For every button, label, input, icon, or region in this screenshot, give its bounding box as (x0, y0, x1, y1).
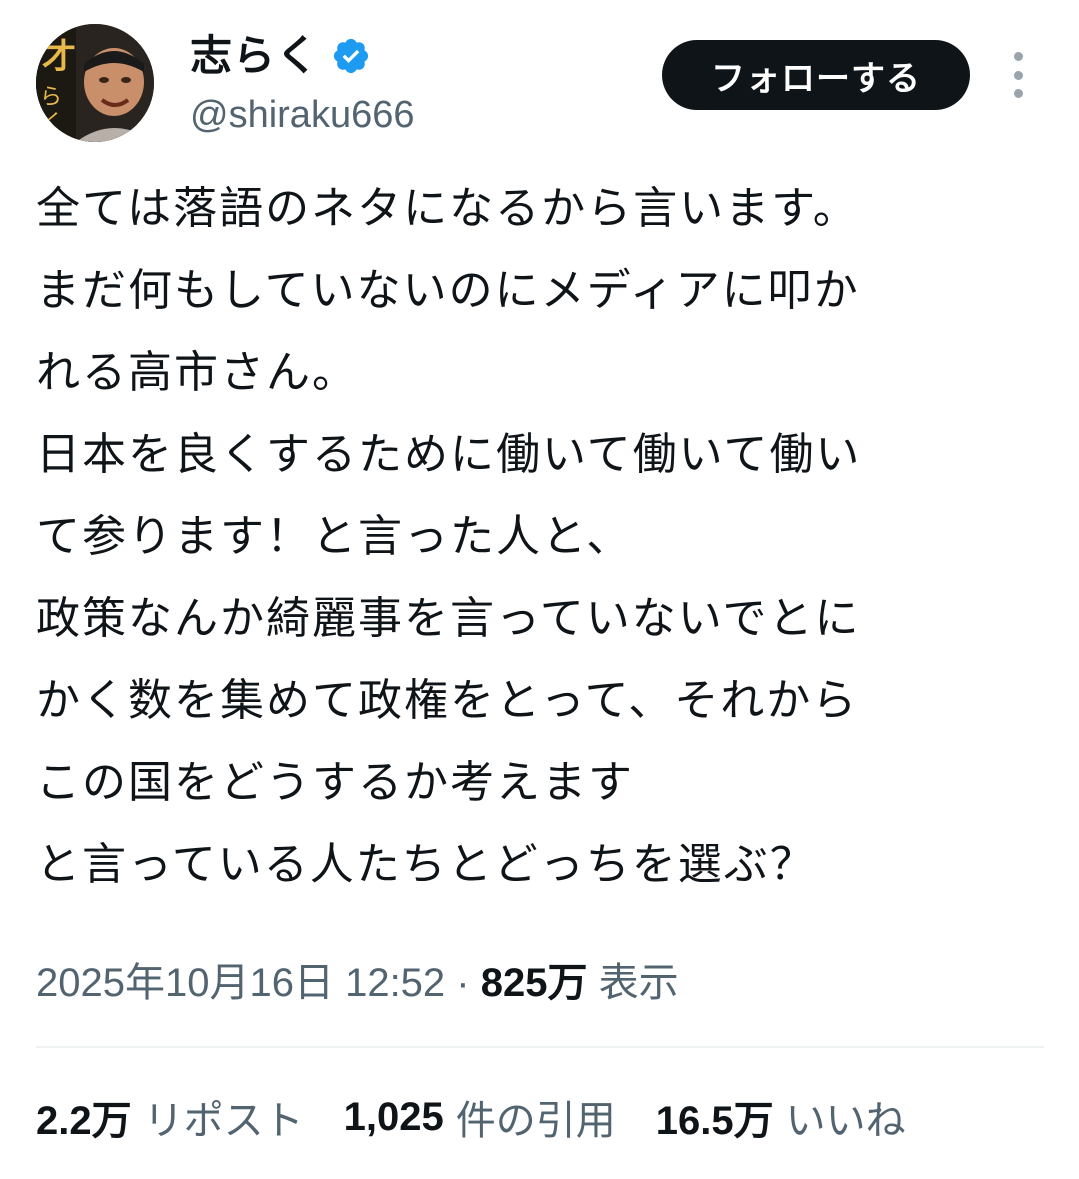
tweet-meta: 2025年10月16日 12:52 · 825万 表示 (36, 950, 679, 1016)
tweet-line: この国をどうするか考えます (36, 757, 634, 808)
author-info: 志らく @shiraku666 (190, 28, 414, 140)
likes-count: 16.5万 (655, 1099, 774, 1143)
tweet-timestamp[interactable]: 2025年10月16日 12:52 (36, 961, 445, 1005)
meta-separator: · (445, 961, 481, 1005)
avatar-logo-text: 才 (42, 37, 76, 77)
divider (36, 1046, 1044, 1048)
tweet-header: 才 ら く 志らく @shiraku666 フォローする (0, 0, 1079, 160)
follow-button[interactable]: フォローする (662, 40, 970, 110)
tweet-line: と言っている人たちとどっちを選ぶ？ (36, 839, 816, 890)
views-count[interactable]: 825万 (481, 961, 588, 1005)
tweet-line: 日本を良くするために働いて働いて働い (36, 429, 862, 480)
quotes-label: 件の引用 (455, 1099, 616, 1143)
quotes-count: 1,025 (343, 1094, 444, 1139)
svg-text:ら: ら (40, 85, 62, 110)
verified-badge-icon (331, 36, 371, 76)
avatar[interactable]: 才 ら く (36, 24, 154, 142)
reposts-stat[interactable]: 2.2万 リポスト (36, 1088, 304, 1146)
likes-label: いいね (785, 1099, 906, 1143)
tweet-line: て参ります！と言った人と、 (36, 511, 633, 562)
avatar-image: 才 ら く (36, 24, 154, 142)
tweet-line: まだ何もしていないのにメディアに叩か (36, 265, 860, 316)
tweet-line: れる高市さん。 (36, 347, 358, 398)
name-row: 志らく (190, 28, 414, 84)
engagement-stats: 2.2万 リポスト 1,025 件の引用 16.5万 いいね (36, 1084, 946, 1150)
tweet-line: かく数を集めて政権をとって、それから (36, 675, 859, 726)
quotes-stat[interactable]: 1,025 件の引用 (344, 1088, 616, 1146)
tweet-line: 全ては落語のネタになるから言います。 (36, 183, 859, 234)
more-vertical-icon[interactable] (1004, 52, 1032, 98)
author-display-name[interactable]: 志らく (190, 28, 319, 84)
views-label: 表示 (587, 961, 679, 1005)
author-handle[interactable]: @shiraku666 (190, 90, 414, 140)
tweet-text: 全ては落語のネタになるから言います。 まだ何もしていないのにメディアに叩か れる… (36, 168, 1046, 906)
reposts-count: 2.2万 (36, 1099, 132, 1143)
tweet-line: 政策なんか綺麗事を言っていないでとに (36, 593, 861, 644)
reposts-label: リポスト (143, 1099, 304, 1143)
likes-stat[interactable]: 16.5万 いいね (656, 1088, 906, 1146)
svg-text:く: く (42, 111, 64, 136)
